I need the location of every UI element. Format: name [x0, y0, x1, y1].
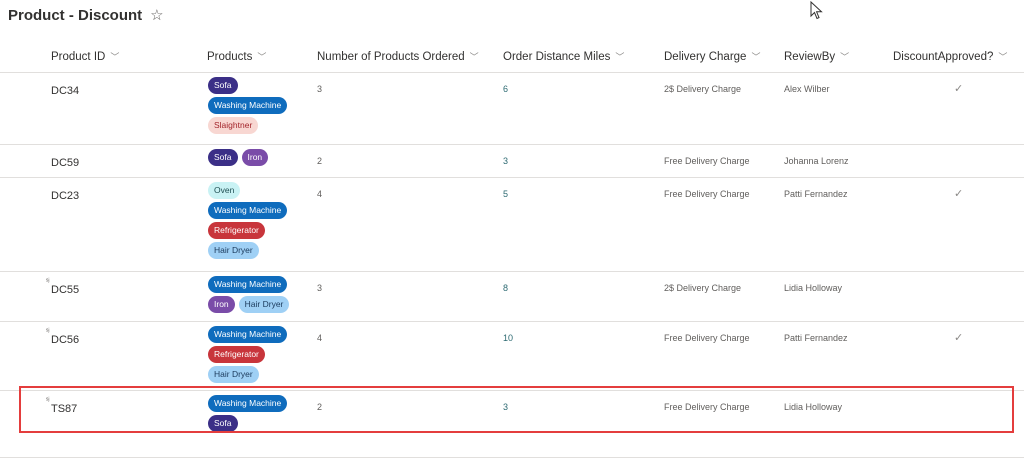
column-header-label: Order Distance Miles — [503, 50, 611, 63]
column-header-label: Number of Products Ordered — [317, 50, 465, 63]
products-cell: Sofa Iron — [208, 149, 308, 166]
checkmark-icon: ✓ — [954, 83, 964, 95]
product-id-cell[interactable]: DC23 — [51, 190, 79, 202]
product-tag[interactable]: Hair Dryer — [238, 296, 290, 313]
order-distance-cell: 5 — [503, 189, 509, 199]
chevron-down-icon: ﹀ — [257, 52, 267, 62]
delivery-charge-cell: 2$ Delivery Charge — [664, 283, 742, 293]
chevron-down-icon: ﹀ — [840, 52, 850, 62]
order-distance-cell: 6 — [503, 84, 509, 94]
products-cell: Washing Machine Refrigerator Hair Dryer — [208, 326, 308, 383]
delivery-charge-cell: Free Delivery Charge — [664, 189, 750, 199]
table-row[interactable]: DC34 Sofa Washing Machine Slaightner 3 6 2$ De… — [0, 73, 1024, 145]
table-row[interactable]: ˢʲ DC56 Washing Machine Refrigerator Hair Dr… — [0, 322, 1024, 391]
product-tag[interactable]: Sofa — [208, 415, 238, 432]
delivery-charge-cell: Free Delivery Charge — [664, 402, 750, 412]
list-title-bar: Product - Discount ☆ — [8, 6, 164, 25]
delivery-charge-cell: Free Delivery Charge — [664, 333, 750, 343]
table-row[interactable]: ˢʲ TS87 Washing Machine Sofa 2 3 Free Delivery… — [0, 391, 1024, 458]
chevron-down-icon: ﹀ — [110, 52, 120, 62]
list-grid: Product ID ﹀ Products ﹀ Number of Products… — [0, 40, 1024, 458]
delivery-charge-cell: 2$ Delivery Charge — [664, 84, 742, 94]
column-header-row: Product ID ﹀ Products ﹀ Number of Products… — [0, 40, 1024, 73]
product-tag[interactable]: Hair Dryer — [208, 242, 259, 259]
number-ordered-cell: 3 — [317, 283, 323, 293]
order-distance-cell: 8 — [503, 283, 509, 293]
product-id-cell[interactable]: TS87 — [51, 403, 77, 415]
products-cell: Washing Machine Sofa — [208, 395, 308, 432]
column-header-review-by[interactable]: ReviewBy ﹀ — [784, 50, 849, 63]
new-item-icon: ˢʲ — [46, 328, 50, 335]
review-by-cell: Patti Fernandez — [784, 189, 848, 199]
order-distance-cell: 3 — [503, 156, 509, 166]
column-header-label: ReviewBy — [784, 50, 836, 63]
product-id-cell[interactable]: DC34 — [51, 85, 79, 97]
review-by-cell: Patti Fernandez — [784, 333, 848, 343]
product-id-cell[interactable]: DC55 — [51, 284, 79, 296]
star-outline-icon[interactable]: ☆ — [150, 6, 163, 24]
mouse-cursor-icon — [810, 1, 823, 20]
column-header-discount-approved[interactable]: DiscountApproved? ﹀ — [893, 50, 1007, 63]
products-cell: Oven Washing Machine Refrigerator Hair Drye… — [208, 182, 308, 259]
table-row[interactable]: DC59 Sofa Iron 2 3 Free Delivery Charge Johann… — [0, 145, 1024, 178]
column-header-label: Products — [207, 50, 253, 63]
product-id-cell[interactable]: DC59 — [51, 157, 79, 169]
column-header-delivery-charge[interactable]: Delivery Charge ﹀ — [664, 50, 760, 63]
number-ordered-cell: 2 — [317, 156, 323, 166]
product-id-cell[interactable]: DC56 — [51, 334, 79, 346]
column-header-order-distance[interactable]: Order Distance Miles ﹀ — [503, 50, 624, 63]
number-ordered-cell: 4 — [317, 333, 323, 343]
products-cell: Sofa Washing Machine Slaightner — [208, 77, 308, 134]
table-row[interactable]: ˢʲ DC55 Washing Machine Iron Hair Dryer 3 8 2$ … — [0, 272, 1024, 322]
page-title: Product - Discount — [8, 6, 143, 24]
review-by-cell: Alex Wilber — [784, 84, 830, 94]
column-header-products[interactable]: Products ﹀ — [207, 50, 266, 63]
column-header-label: Delivery Charge — [664, 50, 747, 63]
new-item-icon: ˢʲ — [46, 278, 50, 285]
product-tag[interactable]: Iron — [208, 296, 235, 313]
column-header-label: Product ID — [51, 50, 106, 63]
product-tag[interactable]: Hair Dryer — [208, 366, 259, 383]
chevron-down-icon: ﹀ — [469, 52, 479, 62]
column-header-product-id[interactable]: Product ID ﹀ — [51, 50, 119, 63]
checkmark-icon: ✓ — [954, 188, 964, 200]
order-distance-cell: 10 — [503, 333, 514, 343]
product-tag[interactable]: Sofa — [208, 149, 238, 166]
review-by-cell: Lidia Holloway — [784, 402, 843, 412]
product-tag[interactable]: Refrigerator — [208, 346, 265, 363]
chevron-down-icon: ﹀ — [615, 52, 625, 62]
number-ordered-cell: 3 — [317, 84, 323, 94]
column-header-number-ordered[interactable]: Number of Products Ordered ﹀ — [317, 50, 479, 63]
column-header-label: DiscountApproved? — [893, 50, 994, 63]
delivery-charge-cell: Free Delivery Charge — [664, 156, 750, 166]
order-distance-cell: 3 — [503, 402, 509, 412]
review-by-cell: Johanna Lorenz — [784, 156, 849, 166]
new-item-icon: ˢʲ — [46, 397, 50, 404]
products-cell: Washing Machine Iron Hair Dryer — [208, 276, 308, 313]
product-tag[interactable]: Iron — [241, 149, 269, 166]
product-tag[interactable]: Washing Machine — [208, 202, 288, 219]
checkmark-icon: ✓ — [954, 332, 964, 344]
product-tag[interactable]: Washing Machine — [208, 97, 288, 114]
product-tag[interactable]: Washing Machine — [208, 395, 288, 412]
number-ordered-cell: 4 — [317, 189, 323, 199]
table-row[interactable]: DC23 Oven Washing Machine Refrigerator Hair … — [0, 178, 1024, 272]
product-tag[interactable]: Refrigerator — [208, 222, 265, 239]
product-tag[interactable]: Slaightner — [208, 117, 259, 134]
review-by-cell: Lidia Holloway — [784, 283, 843, 293]
chevron-down-icon: ﹀ — [751, 52, 761, 62]
product-tag[interactable]: Washing Machine — [208, 276, 288, 293]
product-tag[interactable]: Washing Machine — [208, 326, 288, 343]
product-tag[interactable]: Oven — [208, 182, 241, 199]
chevron-down-icon: ﹀ — [998, 52, 1008, 62]
number-ordered-cell: 2 — [317, 402, 323, 412]
product-tag[interactable]: Sofa — [208, 77, 238, 94]
